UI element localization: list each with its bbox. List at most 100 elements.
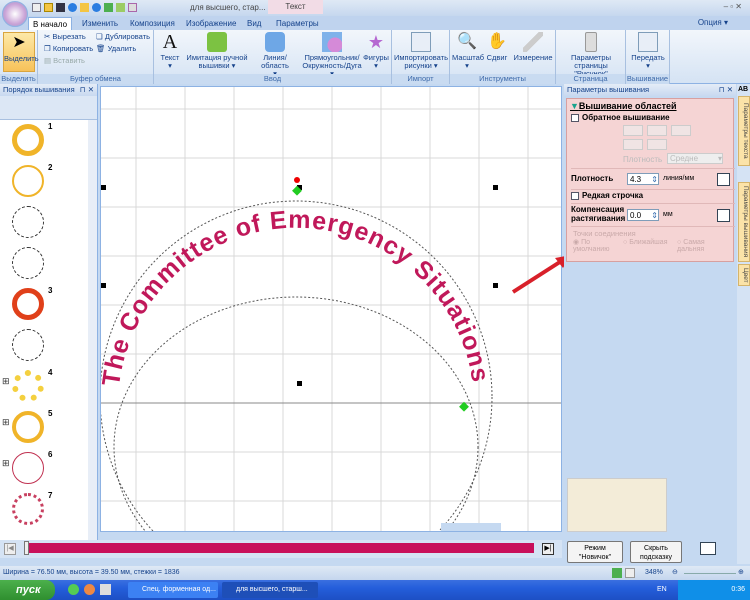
delete-button[interactable]: 🗑 Удалить [96, 45, 136, 53]
open-icon[interactable] [44, 3, 53, 12]
app-menu-button[interactable] [2, 1, 28, 27]
list-item[interactable]: ⊞ 6 [0, 448, 97, 489]
copy-button[interactable]: ❐ Копировать [44, 45, 93, 53]
rect-circle-button[interactable]: Прямоугольник/ Окружность/Дуга ▾ [302, 32, 362, 78]
cut-button[interactable]: ✂ Вырезать [44, 33, 86, 41]
hide-hint-button[interactable]: Скрыть подсказку [630, 541, 682, 563]
design-canvas[interactable]: The Committee of Emergency Situations [100, 86, 562, 532]
handle[interactable] [493, 185, 498, 190]
pattern-button[interactable] [647, 125, 667, 136]
first-stitch-button[interactable]: |◀ [4, 543, 16, 555]
quicklaunch-icon[interactable] [68, 584, 79, 595]
pan-button[interactable]: ✋ Сдвиг [483, 32, 511, 62]
list-item[interactable]: 3 [0, 284, 97, 325]
tab-parameters[interactable]: Параметры [272, 17, 323, 30]
join-option-farthest[interactable]: ○ Самая дальняя [677, 239, 727, 253]
last-stitch-button[interactable]: ▶| [542, 543, 554, 555]
compensation-input[interactable]: 0.0 ⇕ [627, 209, 659, 221]
join-option-nearest[interactable]: ○ Ближайшая [623, 239, 671, 253]
list-item[interactable] [0, 243, 97, 284]
quicklaunch-icon[interactable] [84, 584, 95, 595]
tab-view[interactable]: Вид [243, 17, 265, 30]
handle[interactable] [493, 283, 498, 288]
compensation-preset-icon[interactable] [717, 209, 730, 222]
tab-image[interactable]: Изображение [182, 17, 240, 30]
pattern-button[interactable] [623, 125, 643, 136]
redo-icon[interactable] [80, 3, 89, 12]
hand-embroidery-button[interactable]: Имитация ручной вышивки ▾ [186, 32, 248, 70]
undo-icon[interactable] [68, 3, 77, 12]
context-tab-text[interactable]: Текст [268, 0, 323, 14]
list-item[interactable] [0, 325, 97, 366]
measure-button[interactable]: Измерение [512, 32, 554, 62]
reverse-checkbox[interactable] [571, 113, 579, 122]
refresh-icon[interactable] [92, 3, 101, 12]
density-select[interactable]: Средне ▾ [667, 153, 723, 164]
rotate-handle[interactable] [294, 177, 300, 183]
list-item[interactable]: 2 [0, 161, 97, 202]
sparse-checkbox[interactable] [571, 191, 579, 200]
tab-composition[interactable]: Композиция [126, 17, 179, 30]
join-option-default[interactable]: ◉ По умолчанию [573, 239, 617, 253]
quick-access-toolbar [32, 3, 172, 13]
text-button[interactable]: A Текст ▾ [156, 32, 184, 70]
stitch-slider-track[interactable] [24, 543, 534, 553]
save-icon[interactable] [56, 3, 65, 12]
zoom-slider[interactable] [684, 573, 736, 574]
pattern-button[interactable] [671, 125, 691, 136]
list-scrollbar[interactable] [88, 120, 97, 540]
paste-button[interactable]: ▤ Вставить [44, 57, 85, 65]
zoom-out-icon[interactable]: ⊖ [672, 566, 678, 580]
side-tab-color[interactable]: Цвет [738, 264, 750, 286]
handle[interactable] [101, 185, 106, 190]
side-tab-text-params[interactable]: Параметры текста [738, 96, 750, 166]
zoom-in-icon[interactable]: ⊕ [738, 566, 744, 580]
horizontal-scrollbar[interactable] [441, 523, 501, 531]
list-item[interactable] [0, 202, 97, 243]
preview-icon[interactable] [128, 3, 137, 12]
duplicate-button[interactable]: ❏ Дублировать [96, 33, 150, 41]
start-button[interactable]: пуск [0, 580, 55, 600]
list-item[interactable]: 1 [0, 120, 97, 161]
status-icon[interactable] [612, 568, 622, 578]
pattern-button[interactable] [647, 139, 667, 150]
zoom-button[interactable]: 🔍 Масштаб ▾ [452, 32, 484, 70]
select-button[interactable]: ➤ Выделить [3, 32, 39, 72]
list-item[interactable]: 7 [0, 489, 97, 530]
options-menu[interactable]: Опция ▾ [698, 18, 728, 27]
list-item[interactable]: ⊞ 4 [0, 366, 97, 407]
density-input[interactable]: 4.3 ⇕ [627, 173, 659, 185]
handle[interactable] [101, 283, 106, 288]
novice-mode-button[interactable]: Режим "Новичок" [567, 541, 623, 563]
window-controls[interactable]: – ▫ ✕ [724, 2, 742, 11]
language-indicator[interactable]: EN [657, 580, 667, 600]
panel-pin-close[interactable]: ⊓ ✕ [80, 84, 97, 96]
tab-edit[interactable]: Изменить [78, 17, 122, 30]
expand-icon[interactable]: ⊞ [2, 376, 10, 387]
quicklaunch-icon[interactable] [100, 584, 111, 595]
handle[interactable] [297, 381, 302, 386]
stitch-slider-handle[interactable] [24, 541, 29, 555]
task-button-active[interactable]: для высшего, старш... [222, 582, 318, 598]
settings-icon[interactable] [700, 542, 716, 555]
side-tab-embroidery-params[interactable]: Параметры вышивания [738, 182, 750, 262]
send-button[interactable]: Передать ▾ [628, 32, 668, 70]
list-item[interactable]: ⊞ 5 [0, 407, 97, 448]
section-title[interactable]: ▼Вышивание областей [567, 99, 733, 113]
sewing-order-toolbar[interactable] [0, 96, 97, 120]
expand-icon[interactable]: ⊞ [2, 417, 10, 428]
import-icon[interactable] [116, 3, 125, 12]
line-area-button[interactable]: Линия/область▾ [250, 32, 300, 78]
page-params-button[interactable]: Параметры страницы "Рисунок" [558, 32, 624, 78]
shapes-button[interactable]: ★ Фигуры ▾ [362, 32, 390, 70]
density-preset-icon[interactable] [717, 173, 730, 186]
pattern-button[interactable] [623, 139, 643, 150]
task-button[interactable]: Спец. форменная од... [128, 582, 218, 598]
new-icon[interactable] [32, 3, 41, 12]
tab-home[interactable]: В начало [28, 17, 73, 30]
page-view-icon[interactable] [625, 568, 635, 578]
export-icon[interactable] [104, 3, 113, 12]
panel-pin-close[interactable]: ⊓ ✕ [719, 84, 736, 96]
expand-icon[interactable]: ⊞ [2, 458, 10, 469]
import-pictures-button[interactable]: Импортировать рисунки ▾ [394, 32, 448, 70]
